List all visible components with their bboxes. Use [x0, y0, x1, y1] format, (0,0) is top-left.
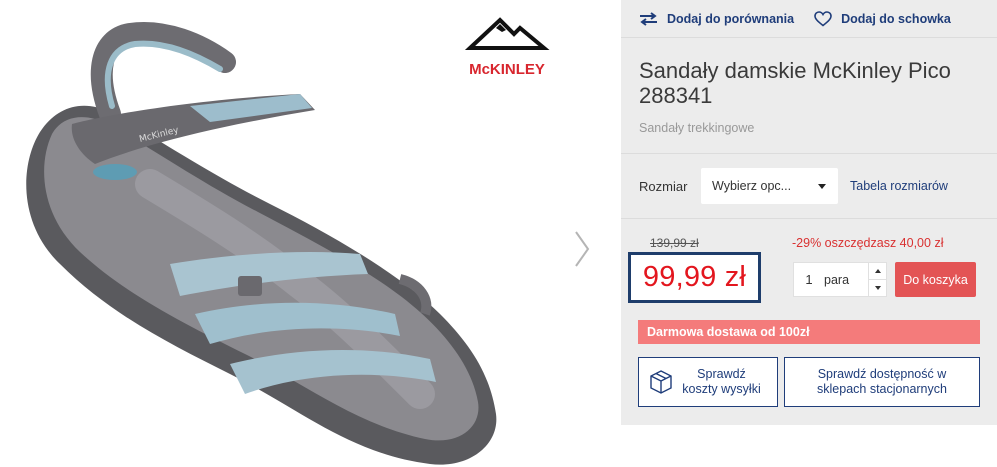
heart-icon — [814, 10, 832, 27]
product-category: Sandały trekkingowe — [639, 121, 755, 135]
price-section: 139,99 zł -29% oszczędzasz 40,00 zł 99,9… — [621, 219, 997, 424]
old-price: 139,99 zł — [650, 236, 699, 250]
add-to-cart-button[interactable]: Do koszyka — [895, 262, 976, 297]
current-price: 99,99 zł — [642, 261, 747, 293]
quantity-arrows — [868, 263, 886, 296]
check-store-line2: sklepach stacjonarnych — [817, 382, 947, 396]
size-select[interactable]: Wybierz opc... — [701, 168, 838, 204]
quantity-increase-button[interactable] — [869, 263, 886, 280]
package-icon — [650, 370, 672, 394]
svg-text:McKINLEY: McKINLEY — [469, 61, 545, 78]
current-price-box: 99,99 zł — [628, 252, 761, 303]
brand-logo: McKINLEY — [464, 17, 550, 78]
check-store-availability-button[interactable]: Sprawdź dostępność w sklepach stacjonarn… — [784, 357, 980, 407]
quantity-decrease-button[interactable] — [869, 280, 886, 296]
product-header: Sandały damskie McKinley Pico 288341 San… — [621, 38, 997, 154]
product-actions-bar: Dodaj do porównania Dodaj do schowka — [621, 0, 997, 38]
caret-down-icon — [874, 286, 881, 290]
check-shipping-cost-button[interactable]: Sprawdź koszty wysyłki — [638, 357, 778, 407]
chevron-right-icon[interactable] — [570, 228, 594, 270]
size-selector-row: Rozmiar Wybierz opc... Tabela rozmiarów — [621, 154, 997, 219]
quantity-value[interactable]: 1 — [794, 272, 824, 287]
product-gallery: McKinley McKINLEY — [0, 0, 618, 467]
caret-up-icon — [874, 269, 881, 273]
product-info-panel: Dodaj do porównania Dodaj do schowka San… — [621, 0, 997, 425]
product-title: Sandały damskie McKinley Pico 288341 — [639, 58, 951, 108]
add-to-compare-link[interactable]: Dodaj do porównania — [639, 12, 794, 26]
discount-label: -29% oszczędzasz 40,00 zł — [792, 236, 944, 250]
add-to-wishlist-link[interactable]: Dodaj do schowka — [814, 10, 951, 27]
free-delivery-banner: Darmowa dostawa od 100zł — [638, 320, 980, 344]
add-to-compare-label: Dodaj do porównania — [667, 11, 795, 26]
check-shipping-line1: Sprawdź — [697, 367, 746, 381]
quantity-stepper[interactable]: 1 para — [793, 262, 887, 297]
chevron-down-icon — [818, 183, 826, 189]
quantity-unit: para — [824, 272, 850, 287]
add-to-wishlist-label: Dodaj do schowka — [841, 11, 951, 26]
check-store-line1: Sprawdź dostępność w — [817, 367, 947, 381]
check-store-availability-label: Sprawdź dostępność w sklepach stacjonarn… — [817, 367, 947, 397]
check-shipping-cost-label: Sprawdź koszty wysyłki — [678, 367, 777, 397]
size-chart-link[interactable]: Tabela rozmiarów — [850, 179, 948, 193]
size-label: Rozmiar — [639, 178, 688, 194]
compare-arrows-icon — [640, 11, 657, 26]
check-shipping-line2: koszty wysyłki — [682, 382, 761, 396]
size-select-value: Wybierz opc... — [712, 179, 792, 193]
